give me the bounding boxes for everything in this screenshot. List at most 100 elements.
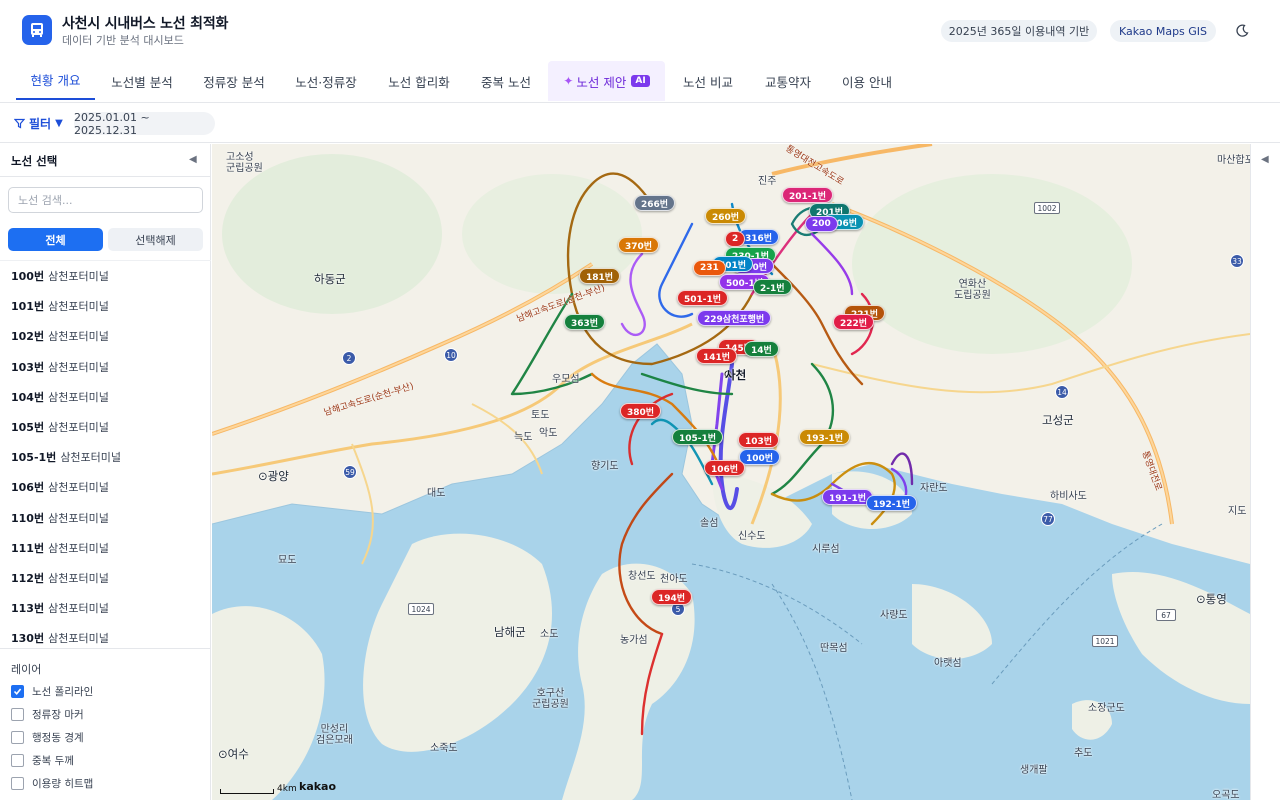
bus-route-label[interactable]: 2-1번 (753, 279, 792, 295)
road-number-shield: 1002 (1034, 202, 1060, 214)
route-list-item[interactable]: 130번 삼천포터미널 (0, 623, 211, 648)
route-list-item[interactable]: 102번 삼천포터미널 (0, 321, 211, 351)
right-panel-rail: ◀ (1250, 144, 1280, 800)
route-search-input[interactable] (8, 187, 203, 213)
checkbox[interactable] (11, 730, 24, 744)
bus-route-label[interactable]: 192-1번 (866, 495, 918, 511)
road-number-shield: 67 (1156, 609, 1176, 621)
route-list-item[interactable]: 100번 삼천포터미널 (0, 261, 211, 291)
place-label: ⊙통영 (1196, 592, 1227, 606)
expand-right-panel-icon[interactable]: ◀ (1261, 154, 1269, 165)
tab-route-compare[interactable]: 노선 비교 (670, 61, 746, 101)
place-label: 솔섬 (700, 518, 719, 529)
filter-bar: 필터 ▼ 2025.01.01 ~ 2025.12.31 (0, 103, 1280, 143)
road-number-shield: 33 (1230, 254, 1244, 268)
checkbox[interactable] (11, 776, 24, 790)
bus-route-label[interactable]: 363번 (564, 314, 606, 330)
place-label: 토도 (531, 410, 550, 421)
bus-route-label[interactable]: 229삼천포행번 (697, 310, 772, 326)
bus-route-label[interactable]: 194번 (651, 589, 693, 605)
place-label: ⊙여수 (218, 747, 249, 761)
place-label: 고성군 (1042, 413, 1074, 427)
route-map[interactable]: 고소성 군립공원 하동군 ⊙광양 묘도 대도 남해군 소도 호구산 군립공원 소죽도… (212, 144, 1250, 800)
checkbox-checked[interactable] (11, 684, 24, 698)
bus-route-label[interactable]: 106번 (704, 460, 746, 476)
app-title: 사천시 시내버스 노선 최적화 (62, 16, 229, 32)
bus-route-label[interactable]: 266번 (634, 195, 676, 211)
bus-route-label[interactable]: 501-1번 (677, 290, 729, 306)
place-label: 만성리 검은모래 (316, 724, 353, 746)
road-number-shield: 14 (1055, 385, 1069, 399)
place-label: 소죽도 (430, 743, 458, 754)
bus-route-label[interactable]: 141번 (696, 348, 738, 364)
route-list-item[interactable]: 105-1번 삼천포터미널 (0, 442, 211, 472)
tab-route-rationalization[interactable]: 노선 합리화 (374, 61, 464, 101)
bus-route-label[interactable]: 2 (725, 231, 746, 247)
layer-route-polyline[interactable]: 노선 폴리라인 (11, 683, 93, 699)
road-number-shield: 10 (444, 348, 458, 362)
bus-route-label[interactable]: 105-1번 (672, 429, 724, 445)
place-label: 소장군도 (1088, 703, 1125, 714)
checkbox[interactable] (11, 707, 24, 721)
bus-route-label[interactable]: 380번 (620, 403, 662, 419)
place-label: 하비사도 (1050, 491, 1087, 502)
road-number-shield: 77 (1041, 512, 1055, 526)
bus-route-label[interactable]: 200 (805, 216, 838, 232)
route-list-item[interactable]: 101번 삼천포터미널 (0, 291, 211, 321)
theme-toggle-button[interactable] (1232, 21, 1252, 41)
tab-route-proposal[interactable]: ✦ 노선 제안 AI (548, 61, 665, 101)
city-label-sacheon: 사천 (725, 368, 747, 382)
place-label: 연화산 도립공원 (954, 279, 991, 301)
route-list-item[interactable]: 104번 삼천포터미널 (0, 382, 211, 412)
route-list-item[interactable]: 110번 삼천포터미널 (0, 503, 211, 533)
tab-route-stop[interactable]: 노선·정류장 (282, 61, 370, 101)
usage-basis-badge: 2025년 365일 이용내역 기반 (941, 20, 1097, 42)
bus-route-label[interactable]: 201-1번 (782, 187, 834, 203)
ai-badge: AI (631, 75, 650, 87)
date-range[interactable]: 2025.01.01 ~ 2025.12.31 (74, 111, 215, 137)
place-label: 대도 (427, 488, 446, 499)
layer-overlap-width[interactable]: 중복 두께 (11, 752, 74, 768)
deselect-all-button[interactable]: 선택해제 (108, 228, 203, 251)
select-all-button[interactable]: 전체 (8, 228, 103, 251)
kakao-logo: kakao (299, 780, 337, 793)
bus-route-label[interactable]: 231 (693, 260, 726, 276)
place-label: 향기도 (591, 461, 619, 472)
app-subtitle: 데이터 기반 분석 대시보드 (62, 34, 184, 47)
route-list-item[interactable]: 103번 삼천포터미널 (0, 352, 211, 382)
place-label: 시루섬 (812, 544, 840, 555)
route-list-item[interactable]: 111번 삼천포터미널 (0, 533, 211, 563)
route-list-item[interactable]: 113번 삼천포터미널 (0, 593, 211, 623)
layer-stop-marker[interactable]: 정류장 마커 (11, 706, 84, 722)
layer-admin-boundary[interactable]: 행정동 경계 (11, 729, 84, 745)
tab-usage-guide[interactable]: 이용 안내 (830, 61, 904, 101)
layer-usage-heatmap[interactable]: 이용량 히트맵 (11, 775, 93, 791)
sidebar-header: 노선 선택 ◀ (0, 144, 211, 177)
route-list-item[interactable]: 105번 삼천포터미널 (0, 412, 211, 442)
bus-route-label[interactable]: 260번 (705, 208, 747, 224)
tab-stop-analysis[interactable]: 정류장 분석 (190, 61, 278, 101)
tab-mobility-impaired[interactable]: 교통약자 (750, 61, 826, 101)
filter-button[interactable]: 필터 ▼ (14, 115, 63, 132)
bus-route-label[interactable]: 103번 (738, 432, 780, 448)
bus-route-label[interactable]: 370번 (618, 237, 660, 253)
bus-route-label[interactable]: 222번 (833, 314, 875, 330)
place-label: 딴목섬 (820, 643, 848, 654)
road-number-shield: 1021 (1092, 635, 1118, 647)
bus-route-label[interactable]: 193-1번 (799, 429, 851, 445)
place-label: 사량도 (880, 610, 908, 621)
tab-overview[interactable]: 현황 개요 (16, 61, 95, 100)
route-list-item[interactable]: 112번 삼천포터미널 (0, 563, 211, 593)
bus-route-label[interactable]: 14번 (744, 341, 779, 357)
tab-route-analysis[interactable]: 노선별 분석 (98, 61, 186, 101)
route-list-item[interactable]: 106번 삼천포터미널 (0, 472, 211, 502)
checkbox[interactable] (11, 753, 24, 767)
bus-route-label[interactable]: 181번 (579, 268, 621, 284)
map-scale: 4km (220, 784, 297, 794)
place-label: 소도 (540, 629, 559, 640)
collapse-left-icon[interactable]: ◀ (189, 154, 197, 165)
main-tabs: 현황 개요 노선별 분석 정류장 분석 노선·정류장 노선 합리화 중복 노선 … (0, 61, 1280, 103)
place-label: 지도 (1228, 506, 1247, 517)
tab-duplicate-routes[interactable]: 중복 노선 (468, 61, 544, 101)
bus-route-label[interactable]: 100번 (739, 449, 781, 465)
